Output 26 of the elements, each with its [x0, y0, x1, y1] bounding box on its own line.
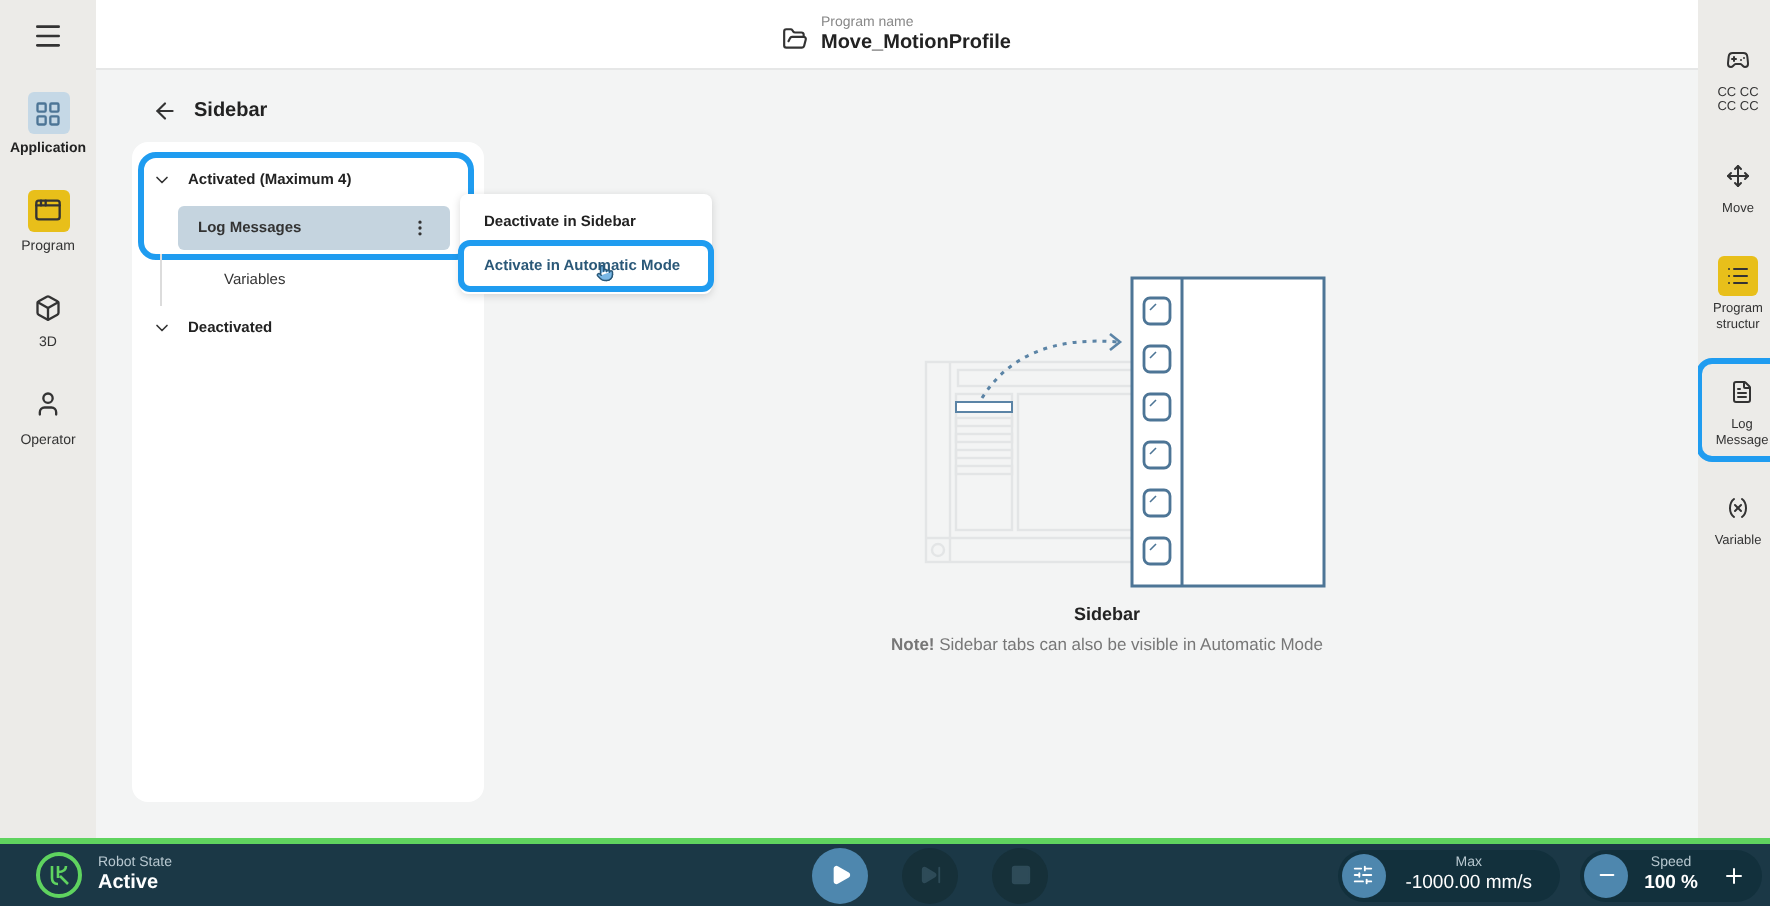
minus-button[interactable] [1584, 853, 1629, 897]
skip-forward-icon [919, 864, 941, 886]
illustration-note: Note! Sidebar tabs can also be visible in Automatic Mode [891, 631, 1323, 657]
max-value: -1000.00 mm/s [1405, 874, 1533, 894]
window-icon [34, 196, 62, 224]
folder-icon [782, 25, 809, 51]
illustration-title: Sidebar [1073, 602, 1140, 628]
stop-icon [1009, 864, 1031, 886]
person-icon [34, 390, 62, 418]
robot-state-value: Active [98, 874, 161, 894]
menu-icon[interactable] [32, 20, 64, 52]
play-icon [829, 864, 851, 886]
document-icon [1730, 380, 1754, 405]
sliders-icon [1341, 853, 1386, 897]
back-arrow-icon[interactable] [152, 97, 178, 123]
page-title: Sidebar [194, 97, 268, 125]
speed-value: 100 % [1644, 874, 1698, 894]
grid-icon [34, 99, 62, 127]
program-name: Move_MotionProfile [820, 33, 1011, 53]
cube-icon [34, 293, 62, 321]
gamepad-icon [1726, 48, 1750, 72]
variable-icon [1726, 496, 1750, 521]
move-arrows-icon [1726, 163, 1750, 188]
robot-logo-icon [36, 852, 82, 898]
plus-icon [1722, 863, 1746, 887]
play-button[interactable] [812, 847, 868, 903]
